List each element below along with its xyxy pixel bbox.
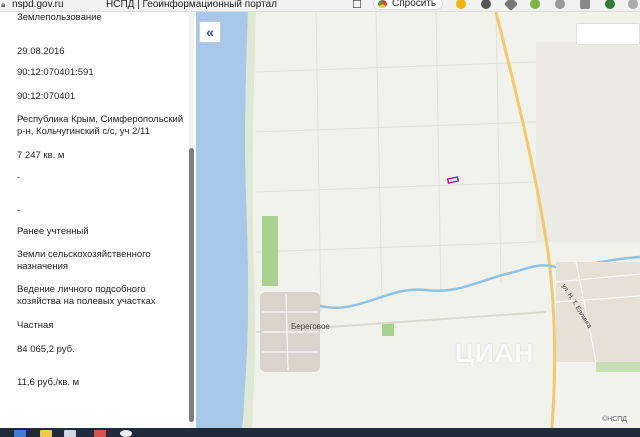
map-copyright: ©НСПД xyxy=(600,416,630,423)
extension-icon-5[interactable] xyxy=(555,0,565,9)
water-body xyxy=(196,12,249,428)
ask-label: Спросить xyxy=(392,0,437,9)
taskbar-icon-1[interactable] xyxy=(14,430,26,437)
info-row-usage-type: Землепользование xyxy=(17,12,102,23)
taskbar-icon-3[interactable] xyxy=(64,430,76,437)
hatched-area xyxy=(536,42,640,242)
extension-icon-1[interactable] xyxy=(456,0,466,9)
info-row-quarter-number: 90:12:070401 xyxy=(17,91,76,102)
collapse-panel-button[interactable]: « xyxy=(199,21,221,43)
info-row-dash-1: - xyxy=(17,172,21,183)
taskbar-icon-5[interactable] xyxy=(120,430,132,437)
ask-button[interactable]: Спросить xyxy=(373,0,444,10)
extension-icon-3[interactable] xyxy=(503,0,519,12)
address-bar-url[interactable]: nspd.gov.ru xyxy=(12,0,64,10)
extension-icon-6[interactable] xyxy=(580,0,590,9)
info-row-specific-value: 11,6 руб./кв. м xyxy=(17,377,80,388)
info-row-area: 7 247 кв. м xyxy=(17,150,65,161)
ask-icon xyxy=(378,0,387,8)
info-row-permitted-use: Ведение личного подсобного хозяйства на … xyxy=(17,284,156,307)
info-row-dash-2: - xyxy=(17,205,21,216)
info-row-category: Земли сельскохозяйственного назначения xyxy=(17,249,151,272)
green-strip-1 xyxy=(262,216,278,286)
taskbar-icon-2[interactable] xyxy=(40,430,52,437)
tab-title[interactable]: НСПД | Геоинформационный портал xyxy=(106,0,277,10)
extension-icon-4[interactable] xyxy=(530,0,540,9)
parcel-info-panel: Землепользование 29.08.2016 90:12:070401… xyxy=(0,12,196,428)
info-row-date: 29.08.2016 xyxy=(17,46,65,57)
village-label: Береговое xyxy=(291,322,330,331)
taskbar-icon-4[interactable] xyxy=(94,430,106,437)
panel-scrollbar[interactable] xyxy=(189,148,194,422)
extension-icon-7[interactable] xyxy=(605,0,615,9)
extension-icon-2[interactable] xyxy=(481,0,491,9)
selected-parcel xyxy=(446,176,460,184)
extension-icon-8[interactable] xyxy=(628,0,638,9)
map-view[interactable] xyxy=(196,12,640,428)
info-row-status: Ранее учтенный xyxy=(17,226,89,237)
browser-topbar: 🔒︎ nspd.gov.ru НСПД | Геоинформационный … xyxy=(0,0,640,12)
site-info-icon[interactable]: 🔒︎ xyxy=(1,0,9,10)
info-row-address: Республика Крым, Симферопольский р-н, Ко… xyxy=(17,114,184,137)
field-grid xyxy=(255,12,537,313)
watermark: ЦИАН xyxy=(455,338,535,368)
info-row-ownership: Частная xyxy=(17,320,54,331)
settlement-right xyxy=(556,262,640,362)
map-search-box[interactable] xyxy=(576,23,640,45)
map-canvas xyxy=(196,12,640,428)
info-row-cadastral-value: 84 065,2 руб. xyxy=(17,344,75,355)
bookmark-icon[interactable]: ☐ xyxy=(352,0,362,11)
info-row-cadastral-number: 90:12:070401:591 xyxy=(17,67,94,78)
